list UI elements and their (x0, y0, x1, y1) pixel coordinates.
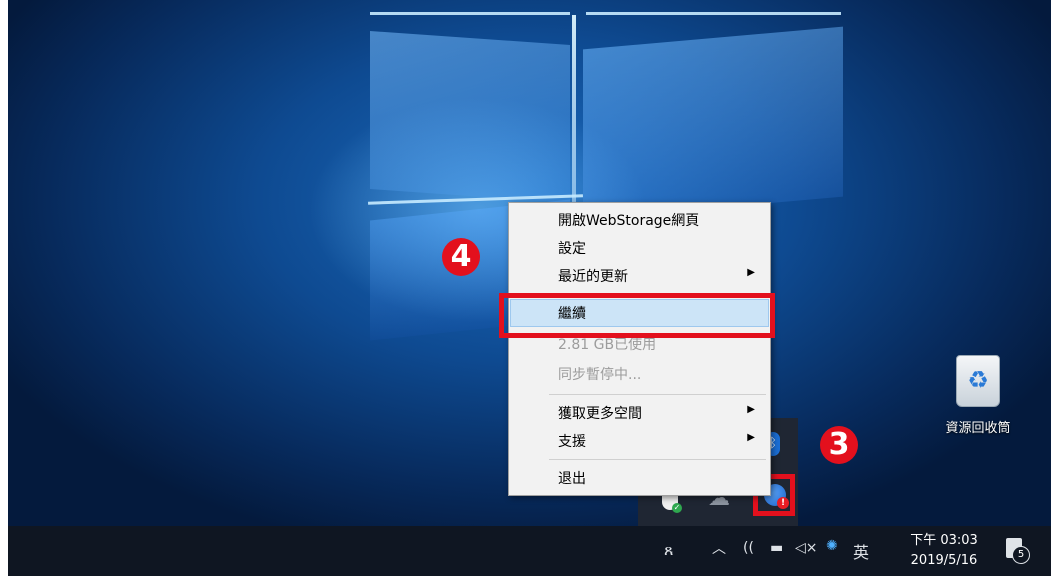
network-status-icon[interactable]: ✺ (826, 538, 838, 554)
menu-separator (549, 394, 766, 395)
step-badge-4: 4 (442, 238, 480, 276)
menu-item-settings[interactable]: 設定 (510, 234, 769, 262)
context-menu: 開啟WebStorage網頁 設定 最近的更新 ▶ 繼續 2.81 GB已使用 … (508, 202, 771, 496)
menu-item-exit[interactable]: 退出 (510, 464, 769, 492)
recycle-bin-icon (956, 355, 1000, 407)
submenu-arrow-icon: ▶ (747, 432, 755, 443)
logo-pane (370, 31, 570, 203)
menu-item-open-webstorage[interactable]: 開啟WebStorage網頁 (510, 206, 769, 234)
logo-pane (583, 26, 843, 220)
clock[interactable]: 下午 03:03 2019/5/16 (900, 531, 988, 571)
menu-item-sync-paused: 同步暫停中... (558, 367, 642, 383)
action-center-icon[interactable]: 5 (1006, 538, 1030, 564)
desktop: 資源回收筒 ᛒ ✓ ☁ ! 3 開啟WebStorage網頁 設定 最近的更新 … (8, 0, 1051, 576)
ime-indicator[interactable]: 英 (853, 539, 869, 563)
menu-item-recent-updates[interactable]: 最近的更新 ▶ (510, 262, 769, 290)
clock-time: 下午 03:03 (910, 533, 978, 548)
notification-count: 5 (1012, 546, 1030, 564)
logo-light-beam (586, 12, 841, 15)
volume-muted-icon[interactable]: ◁× (795, 540, 818, 556)
menu-item-more-space[interactable]: 獲取更多空間 ▶ (510, 399, 769, 427)
battery-icon[interactable]: ▬ (770, 540, 783, 556)
people-icon[interactable]: ጸ (664, 540, 673, 560)
menu-separator (549, 459, 766, 460)
recycle-bin-label: 資源回收筒 (945, 421, 1011, 436)
menu-item-support[interactable]: 支援 ▶ (510, 427, 769, 455)
submenu-arrow-icon: ▶ (747, 267, 755, 278)
taskbar: ጸ ︿ (( ▬ ◁× ✺ 英 下午 03:03 2019/5/16 5 (8, 526, 1051, 576)
recycle-bin[interactable]: 資源回收筒 (938, 355, 1018, 436)
wifi-icon[interactable]: (( (743, 540, 754, 556)
step-badge-3: 3 (820, 426, 858, 464)
show-hidden-icons-chevron[interactable]: ︿ (712, 538, 726, 558)
submenu-arrow-icon: ▶ (747, 404, 755, 415)
clock-date: 2019/5/16 (910, 553, 978, 568)
highlight-menu-item (499, 293, 775, 338)
logo-light-beam (370, 12, 570, 15)
